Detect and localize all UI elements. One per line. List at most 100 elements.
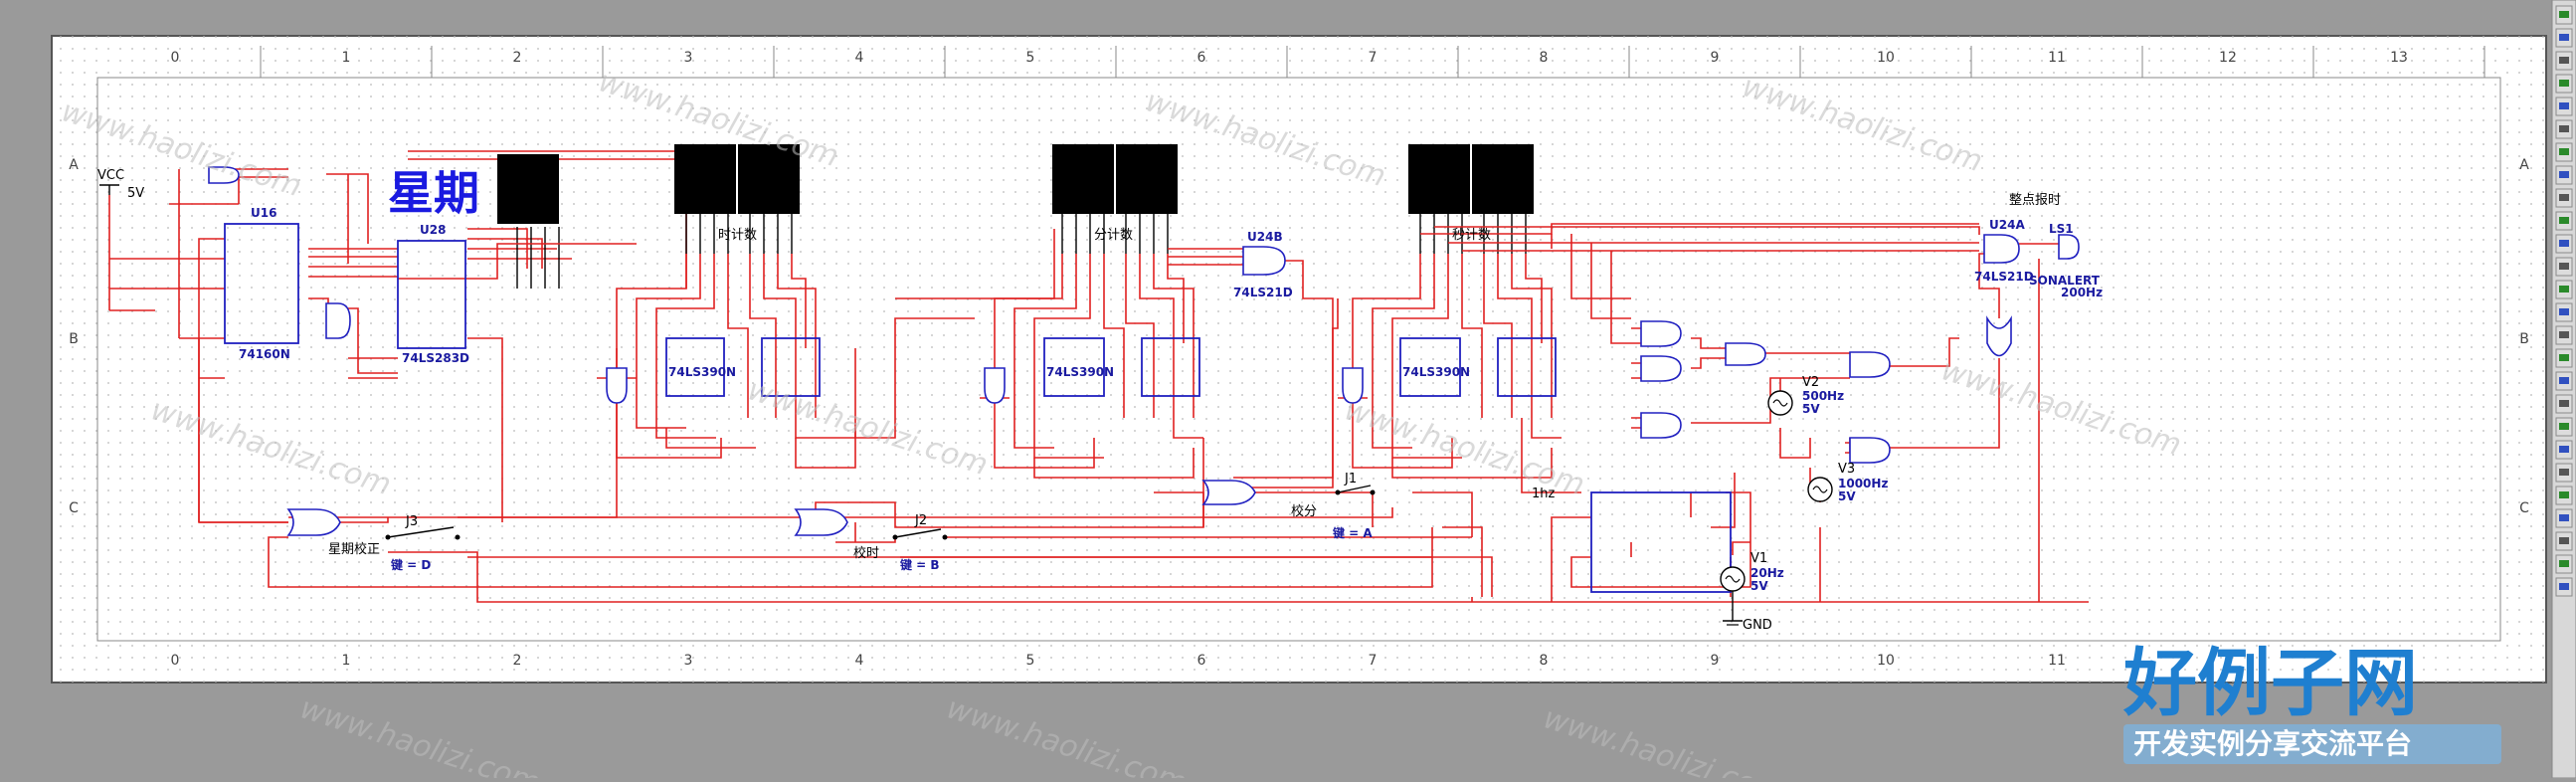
- ruler-bottom-col-4: 4: [855, 653, 864, 669]
- j1-ref: J1: [1344, 472, 1357, 487]
- toolbar-button-icon: [2559, 537, 2569, 544]
- ruler-bottom-col-0: 0: [171, 653, 180, 669]
- svg-text:www.haolizi.com: www.haolizi.com: [1540, 700, 1788, 778]
- and-gate-chime-2[interactable]: [1640, 355, 1682, 382]
- vcc-value: 5V: [127, 186, 144, 201]
- and-gate-chime-4[interactable]: [1640, 412, 1682, 439]
- u28-part: 74LS283D: [402, 351, 469, 365]
- hour-tens-display[interactable]: [674, 144, 736, 214]
- j2-ref: J2: [914, 513, 927, 528]
- svg-text:www.haolizi.com: www.haolizi.com: [296, 690, 545, 778]
- weekday-display[interactable]: [497, 154, 559, 224]
- toolbar-button-icon: [2559, 240, 2569, 247]
- ruler-col-1: 1: [342, 50, 351, 66]
- ruler-row-right-C: C: [2519, 500, 2529, 516]
- toolbar-button-icon: [2559, 331, 2569, 338]
- toolbar-button-icon: [2559, 423, 2569, 430]
- ruler-row-right-A: A: [2519, 157, 2529, 173]
- toolbar-button-icon: [2559, 491, 2569, 498]
- u24a-ref: U24A: [1989, 218, 2025, 232]
- toolbar-button-icon: [2559, 57, 2569, 64]
- or-gate-hour[interactable]: [794, 508, 848, 536]
- and-gate-chime-3[interactable]: [1725, 342, 1766, 366]
- v2-freq: 500Hz: [1802, 389, 1844, 403]
- hour-count-label: 时计数: [718, 228, 757, 243]
- ruler-bottom-col-9: 9: [1711, 653, 1720, 669]
- ls1-freq: 200Hz: [2061, 286, 2103, 299]
- v3-volt: 5V: [1838, 489, 1856, 503]
- ruler-col-3: 3: [684, 50, 693, 66]
- toolbar-button-icon: [2559, 308, 2569, 315]
- ruler-col-11: 11: [2048, 50, 2066, 66]
- ruler-bottom-col-11: 11: [2048, 653, 2066, 669]
- svg-text:www.haolizi.com: www.haolizi.com: [943, 690, 1192, 778]
- toolbar-button-icon: [2559, 514, 2569, 521]
- hour-adjust-label: 校时: [853, 545, 879, 561]
- second-tens-display[interactable]: [1408, 144, 1470, 214]
- j2-key: 键 = B: [899, 557, 940, 572]
- toolbar-button-icon: [2559, 286, 2569, 293]
- and-gate-u16-side[interactable]: [325, 302, 351, 339]
- toolbar-button-icon: [2559, 354, 2569, 361]
- toolbar-button-icon: [2559, 125, 2569, 132]
- ruler-col-12: 12: [2219, 50, 2237, 66]
- toolbar-button-icon: [2559, 11, 2569, 18]
- toolbar-button-icon: [2559, 469, 2569, 476]
- minute-count-label: 分计数: [1094, 228, 1133, 243]
- gnd-label: GND: [1743, 618, 1772, 633]
- v3-freq: 1000Hz: [1838, 477, 1888, 490]
- minute-tens-display[interactable]: [1052, 144, 1114, 214]
- toolbar-button-icon: [2559, 446, 2569, 453]
- toolbar-button-icon: [2559, 171, 2569, 178]
- u28-ref: U28: [420, 223, 446, 237]
- weekday-adjust-label: 星期校正: [328, 541, 380, 557]
- ruler-bottom-col-1: 1: [342, 653, 351, 669]
- and-gate-chime-5[interactable]: [1849, 351, 1891, 378]
- and-gate-chime-1[interactable]: [1640, 320, 1682, 347]
- toolbar-button-icon: [2559, 80, 2569, 87]
- v2-volt: 5V: [1802, 402, 1820, 416]
- and-gate-hour[interactable]: [606, 367, 628, 404]
- toolbar-button-icon: [2559, 34, 2569, 41]
- ruler-bottom-col-2: 2: [513, 653, 522, 669]
- ruler-col-7: 7: [1369, 50, 1378, 66]
- and-gate-minute[interactable]: [984, 367, 1006, 404]
- ruler-row-A: A: [69, 157, 79, 173]
- hourly-chime-label: 整点报时: [2009, 193, 2061, 208]
- toolbar-button-icon: [2559, 560, 2569, 567]
- ruler-bottom-col-10: 10: [1877, 653, 1895, 669]
- ruler-col-2: 2: [513, 50, 522, 66]
- u24a-part: 74LS21D: [1974, 270, 2034, 284]
- v1-ref: V1: [1750, 551, 1767, 566]
- toolbar-button-icon: [2559, 263, 2569, 270]
- counter-hour-a-part: 74LS390N: [668, 365, 736, 379]
- u24b-part: 74LS21D: [1233, 286, 1293, 299]
- or-gate-minute[interactable]: [1201, 480, 1256, 505]
- ruler-col-5: 5: [1026, 50, 1035, 66]
- ruler-col-13: 13: [2390, 50, 2408, 66]
- minute-adjust-label: 校分: [1291, 503, 1317, 519]
- v2-ref: V2: [1802, 375, 1819, 390]
- ruler-bottom-col-5: 5: [1026, 653, 1035, 669]
- v1-freq: 20Hz: [1750, 566, 1784, 580]
- and-gate-chime-6[interactable]: [1849, 437, 1891, 464]
- ruler-bottom-col-3: 3: [684, 653, 693, 669]
- or-gate-weekday[interactable]: [286, 508, 341, 536]
- second-ones-display[interactable]: [1472, 144, 1534, 214]
- vcc-label: VCC: [97, 168, 124, 183]
- counter-second-a-part: 74LS390N: [1402, 365, 1470, 379]
- u16-ref: U16: [251, 206, 276, 220]
- ls1-ref: LS1: [2049, 222, 2074, 236]
- ruler-bottom-col-8: 8: [1540, 653, 1549, 669]
- ruler-row-B: B: [69, 331, 79, 347]
- u16-part: 74160N: [239, 347, 290, 361]
- v1-volt: 5V: [1750, 579, 1768, 593]
- ruler-col-9: 9: [1711, 50, 1720, 66]
- v3-ref: V3: [1838, 462, 1855, 477]
- j3-ref: J3: [405, 514, 418, 529]
- toolbar-button-icon: [2559, 217, 2569, 224]
- minute-ones-display[interactable]: [1116, 144, 1178, 214]
- weekday-title: 星期: [388, 166, 479, 220]
- ruler-col-8: 8: [1540, 50, 1549, 66]
- ruler-row-right-B: B: [2519, 331, 2529, 347]
